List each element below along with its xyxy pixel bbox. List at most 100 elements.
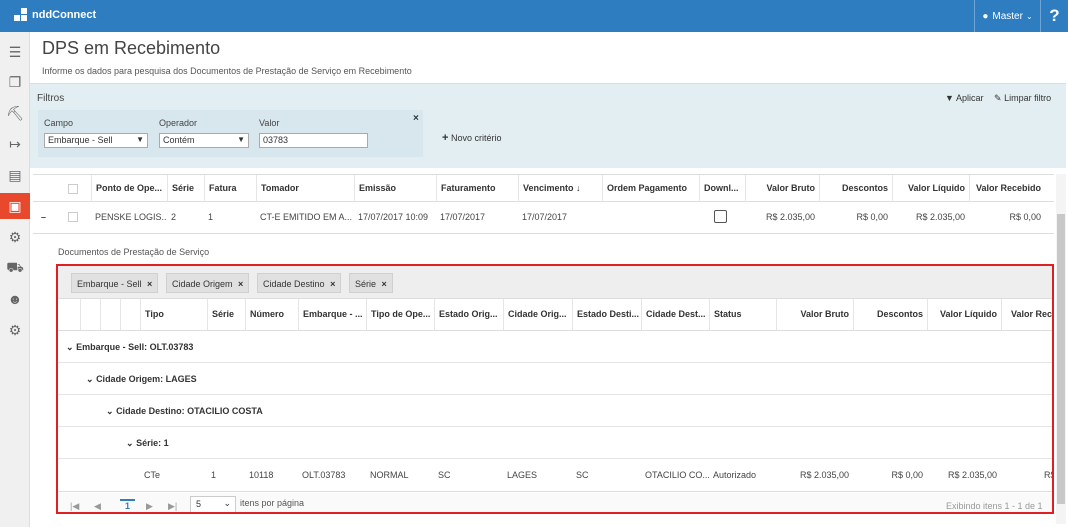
group-chip[interactable]: Cidade Origem × bbox=[166, 273, 250, 293]
export-icon[interactable]: ↦ bbox=[0, 131, 30, 157]
col-descontos[interactable]: Descontos bbox=[819, 175, 892, 202]
col-download[interactable]: Downl... bbox=[699, 175, 745, 202]
col-valor-liquido[interactable]: Valor Líquido bbox=[927, 299, 1001, 330]
gear-dollar-icon[interactable]: ⚙ bbox=[0, 224, 30, 250]
select-all-checkbox[interactable] bbox=[68, 184, 78, 194]
group-chip[interactable]: Cidade Destino × bbox=[257, 273, 342, 293]
col-cidade-destino[interactable]: Cidade Dest... bbox=[641, 299, 709, 330]
col-tomador[interactable]: Tomador bbox=[256, 175, 354, 202]
close-icon[interactable]: × bbox=[330, 279, 335, 289]
pager-summary: Exibindo itens 1 - 1 de 1 bbox=[946, 501, 1043, 511]
cell-vencimento: 17/07/2017 bbox=[522, 212, 568, 222]
settings-icon[interactable]: ⚙ bbox=[0, 317, 30, 343]
campo-select[interactable]: Embarque - Sell ▼ bbox=[44, 133, 148, 148]
first-page-icon[interactable]: |◀ bbox=[70, 501, 79, 512]
col-numero[interactable]: Número bbox=[245, 299, 298, 330]
clear-filter-button[interactable]: ✎ Limpar filtro bbox=[994, 93, 1051, 104]
sidebar: ☰ ❐ ⛏ ↦ ▤ ▣ ⚙ ⛟ ☻ ⚙ bbox=[0, 32, 30, 527]
col-estado-origem[interactable]: Estado Orig... bbox=[434, 299, 503, 330]
money-icon[interactable]: ▣ bbox=[0, 193, 30, 219]
cell-embarque: OLT.03783 bbox=[302, 470, 346, 480]
chevron-down-icon: ⌄ bbox=[106, 406, 114, 416]
table-row[interactable]: CTe 1 10118 OLT.03783 NORMAL SC LAGES SC… bbox=[58, 460, 1052, 492]
user-icon: ● bbox=[982, 10, 989, 22]
remove-criteria-icon[interactable]: × bbox=[413, 113, 419, 124]
users-icon[interactable]: ☻ bbox=[0, 286, 30, 312]
col-emissao[interactable]: Emissão bbox=[354, 175, 436, 202]
col-serie[interactable]: Série bbox=[207, 299, 245, 330]
col-status[interactable]: Status bbox=[709, 299, 776, 330]
close-icon[interactable]: × bbox=[382, 279, 387, 289]
help-button[interactable]: ? bbox=[1040, 0, 1068, 32]
col-tipo[interactable]: Tipo bbox=[140, 299, 207, 330]
col-valor-liquido[interactable]: Valor Líquido bbox=[892, 175, 969, 202]
col-cidade-origem[interactable]: Cidade Orig... bbox=[503, 299, 572, 330]
group-label: Embarque - Sell: OLT.03783 bbox=[76, 342, 194, 352]
col-valor-recebido[interactable]: Valor Rece bbox=[1001, 299, 1052, 330]
collapse-row-icon[interactable]: – bbox=[37, 202, 51, 233]
operador-select[interactable]: Contém ▼ bbox=[159, 133, 249, 148]
chip-label: Série bbox=[355, 279, 377, 289]
group-row-cidade-destino[interactable]: ⌄ Cidade Destino: OTACILIO COSTA bbox=[58, 395, 1052, 427]
group-label: Cidade Destino: OTACILIO COSTA bbox=[116, 406, 263, 416]
col-embarque[interactable]: Embarque - ... bbox=[298, 299, 366, 330]
group-chip[interactable]: Série × bbox=[349, 273, 393, 293]
chip-label: Cidade Origem bbox=[172, 279, 233, 289]
truck-fast-icon[interactable]: ⛟ bbox=[0, 255, 30, 281]
last-page-icon[interactable]: ▶| bbox=[168, 501, 177, 512]
page-size-select[interactable]: 5 ⌄ bbox=[190, 496, 236, 512]
col-ponto[interactable]: Ponto de Ope... bbox=[91, 175, 167, 202]
cell-valor-bruto: R$ 2.035,00 bbox=[799, 470, 849, 480]
per-page-label: itens por página bbox=[240, 498, 305, 508]
download-checkbox[interactable] bbox=[714, 210, 727, 223]
col-valor-recebido[interactable]: Valor Recebido bbox=[969, 175, 1045, 202]
group-row-embarque[interactable]: ⌄ Embarque - Sell: OLT.03783 bbox=[58, 331, 1052, 363]
cell-estado-origem: SC bbox=[438, 470, 451, 480]
group-spacer bbox=[80, 299, 100, 330]
document-icon[interactable]: ▤ bbox=[0, 162, 30, 188]
operador-label: Operador bbox=[159, 118, 198, 128]
group-row-serie[interactable]: ⌄ Série: 1 bbox=[58, 427, 1052, 459]
page-title: DPS em Recebimento bbox=[42, 38, 221, 58]
valor-input[interactable]: 03783 bbox=[259, 133, 368, 148]
group-label: Série: 1 bbox=[136, 438, 169, 448]
apply-label: Aplicar bbox=[955, 93, 984, 103]
col-descontos[interactable]: Descontos bbox=[853, 299, 927, 330]
cell-serie: 2 bbox=[171, 212, 177, 222]
cell-descontos: R$ 0,00 bbox=[856, 212, 888, 222]
chip-label: Cidade Destino bbox=[263, 279, 325, 289]
valor-label: Valor bbox=[259, 118, 280, 128]
truck-icon[interactable]: ⛏ bbox=[0, 100, 30, 126]
new-criteria-button[interactable]: + Novo critério bbox=[442, 132, 501, 144]
scrollbar-thumb[interactable] bbox=[1057, 214, 1065, 504]
documents-icon[interactable]: ❐ bbox=[0, 69, 30, 95]
vertical-scrollbar[interactable] bbox=[1056, 174, 1066, 524]
menu-icon[interactable]: ☰ bbox=[0, 39, 30, 65]
chip-label: Embarque - Sell bbox=[77, 279, 142, 289]
brand-logo[interactable]: nddConnect bbox=[14, 8, 96, 22]
cell-valor-liquido: R$ 2.035,00 bbox=[915, 212, 965, 222]
col-valor-bruto[interactable]: Valor Bruto bbox=[745, 175, 819, 202]
user-menu[interactable]: ● Master ⌄ bbox=[974, 0, 1040, 32]
close-icon[interactable]: × bbox=[238, 279, 243, 289]
page-size-value: 5 bbox=[196, 499, 202, 509]
apply-button[interactable]: ▼ Aplicar bbox=[945, 93, 983, 103]
col-vencimento[interactable]: Vencimento ↓ bbox=[518, 175, 602, 202]
close-icon[interactable]: × bbox=[147, 279, 152, 289]
cell-tomador: CT-E EMITIDO EM A... bbox=[260, 212, 353, 222]
col-valor-bruto[interactable]: Valor Bruto bbox=[776, 299, 853, 330]
current-page[interactable]: 1 bbox=[120, 499, 136, 511]
group-row-cidade-origem[interactable]: ⌄ Cidade Origem: LAGES bbox=[58, 363, 1052, 395]
col-estado-destino[interactable]: Estado Desti... bbox=[572, 299, 641, 330]
group-chip[interactable]: Embarque - Sell × bbox=[71, 273, 159, 293]
col-tipo-operacao[interactable]: Tipo de Ope... bbox=[366, 299, 434, 330]
top-bar: nddConnect ● Master ⌄ ? bbox=[0, 0, 1068, 32]
col-faturamento[interactable]: Faturamento bbox=[436, 175, 518, 202]
col-fatura[interactable]: Fatura bbox=[204, 175, 256, 202]
row-checkbox[interactable] bbox=[68, 212, 78, 222]
next-page-icon[interactable]: ▶ bbox=[146, 501, 153, 512]
col-serie[interactable]: Série bbox=[167, 175, 204, 202]
prev-page-icon[interactable]: ◀ bbox=[94, 501, 101, 512]
table-row[interactable]: – PENSKE LOGIS... 2 1 CT-E EMITIDO EM A.… bbox=[33, 202, 1054, 234]
col-ordem-pagamento[interactable]: Ordem Pagamento bbox=[602, 175, 699, 202]
